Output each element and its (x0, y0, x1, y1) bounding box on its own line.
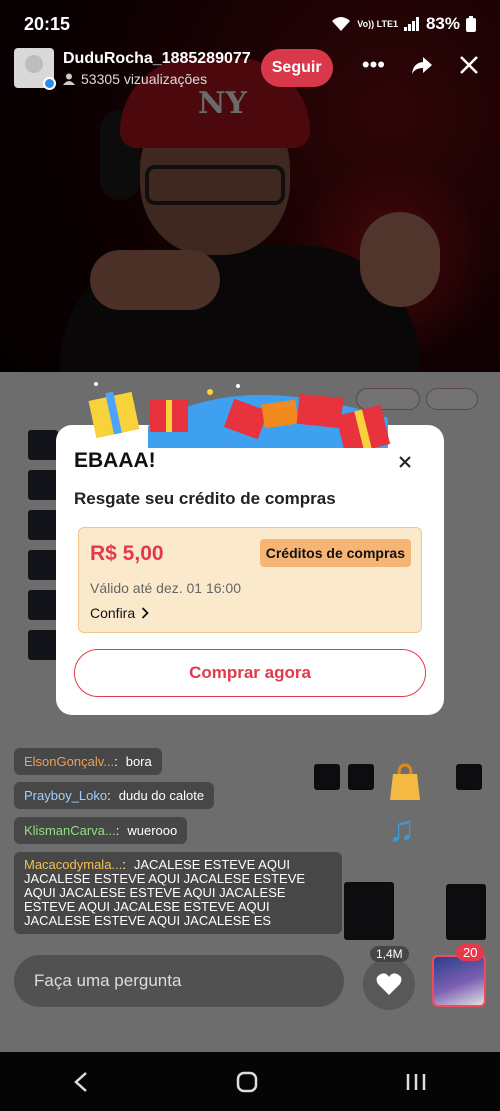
home-icon[interactable] (236, 1071, 258, 1093)
signal-icon (403, 17, 419, 31)
battery-label: 83% (425, 14, 460, 33)
modal-title: EBAAA! (74, 449, 156, 472)
cart-count-badge: 20 (456, 944, 485, 961)
header-actions: ••• (362, 52, 479, 78)
chat-text: dudu do calote (118, 788, 205, 803)
chat-text: wuerooo (127, 823, 178, 838)
status-right: Vo)) LTE1 83% (331, 14, 476, 34)
view-count: 53305 vizualizações (63, 71, 251, 87)
user-icon (63, 73, 75, 85)
share-icon[interactable] (411, 55, 433, 75)
wifi-icon (332, 17, 351, 31)
view-count-text: 53305 vizualizações (81, 70, 208, 87)
ask-question-input[interactable]: Faça uma pergunta (14, 955, 344, 1007)
chat-user: Macacodymala... (24, 857, 123, 872)
chat-user: Prayboy_Loko (24, 788, 108, 803)
network-label: Vo)) LTE1 (357, 18, 398, 29)
coupon-validity: Válido até dez. 01 16:00 (90, 580, 242, 596)
verified-icon (43, 77, 56, 90)
live-header: DuduRocha_1885289077 53305 vizualizações… (14, 46, 489, 90)
chat-message[interactable]: KlismanCarva...: wuerooo (14, 817, 188, 844)
chat-text: bora (125, 754, 152, 769)
host-name: DuduRocha_1885289077 (63, 49, 251, 67)
back-icon[interactable] (73, 1071, 89, 1093)
android-nav-bar (0, 1052, 500, 1111)
shopping-bag-icon[interactable] (385, 762, 425, 802)
chat-message[interactable]: Prayboy_Loko: dudu do calote (14, 782, 215, 809)
coupon-details-link[interactable]: Confira (90, 605, 149, 621)
host-info[interactable]: DuduRocha_1885289077 53305 vizualizações (63, 50, 251, 87)
buy-now-button[interactable]: Comprar agora (74, 649, 426, 697)
recents-icon[interactable] (405, 1072, 427, 1092)
status-bar: 20:15 Vo)) LTE1 83% (0, 0, 500, 48)
coupon-type-tag: Créditos de compras (259, 539, 411, 567)
more-icon[interactable]: ••• (362, 52, 385, 78)
heart-icon (376, 973, 402, 995)
close-icon[interactable] (398, 455, 412, 469)
chat-message[interactable]: ElsonGonçalv...: bora (14, 748, 162, 775)
like-count: 1,4M (370, 946, 409, 962)
close-icon[interactable] (459, 55, 479, 75)
chat-message[interactable]: Macacodymala...: JACALESE ESTEVE AQUI JAC… (14, 852, 342, 934)
music-note-icon: ♫ (388, 808, 415, 849)
chat-user: ElsonGonçalv... (24, 754, 115, 769)
coupon-amount: R$ 5,00 (90, 542, 164, 565)
credit-reward-modal: EBAAA! Resgate seu crédito de compras R$… (56, 425, 444, 715)
gift-decoration (88, 382, 391, 448)
coupon-card[interactable]: R$ 5,00 Créditos de compras Válido até d… (78, 527, 422, 633)
like-button[interactable] (363, 958, 415, 1010)
battery-icon (466, 16, 476, 32)
chat-user: KlismanCarva... (24, 823, 116, 838)
host-avatar[interactable] (14, 48, 56, 90)
coupon-details-label: Confira (90, 605, 136, 621)
modal-subtitle: Resgate seu crédito de compras (74, 489, 336, 508)
status-time: 20:15 (24, 13, 71, 34)
chevron-right-icon (142, 607, 149, 619)
follow-button[interactable]: Seguir (260, 49, 333, 87)
product-cart-thumbnail[interactable] (432, 955, 486, 1007)
